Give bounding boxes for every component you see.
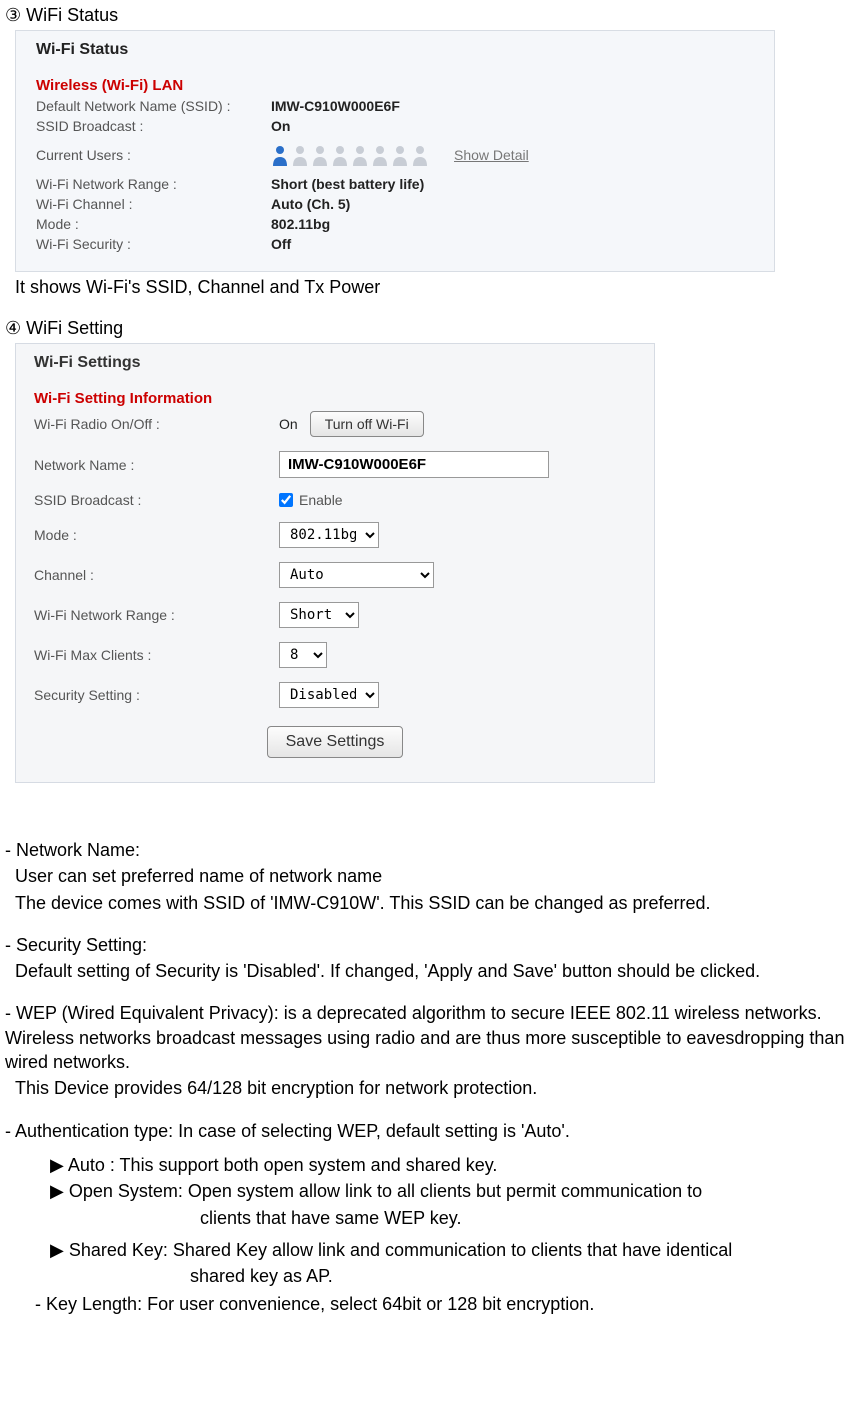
wifi-settings-subheader: Wi-Fi Setting Information [34, 390, 636, 407]
section-3-title: ③ WiFi Status [5, 5, 850, 26]
setting-mode-row: Mode : 802.11bg [34, 522, 636, 548]
setting-channel-label: Channel : [34, 567, 279, 583]
ssid-label: Default Network Name (SSID) : [36, 98, 271, 114]
users-row: Current Users : [36, 144, 754, 166]
save-settings-button[interactable]: Save Settings [267, 726, 404, 758]
broadcast-value: On [271, 118, 290, 134]
section-4-text: WiFi Setting [26, 318, 123, 338]
auth-heading: - Authentication type: In case of select… [5, 1119, 845, 1143]
broadcast-row: SSID Broadcast : On [36, 118, 754, 134]
shared-bullet-2: shared key as AP. [5, 1264, 845, 1288]
range-label: Wi-Fi Network Range : [36, 176, 271, 192]
max-clients-label: Wi-Fi Max Clients : [34, 647, 279, 663]
wifi-settings-header: Wi-Fi Settings [34, 354, 636, 372]
turn-off-wifi-button[interactable]: Turn off Wi-Fi [310, 411, 424, 437]
ssid-broadcast-checkbox[interactable] [279, 493, 293, 507]
wep-line2: This Device provides 64/128 bit encrypti… [5, 1076, 845, 1100]
wep-line1: - WEP (Wired Equivalent Privacy): is a d… [5, 1001, 845, 1074]
ssid-broadcast-enable: Enable [299, 492, 343, 508]
wifi-status-panel: Wi-Fi Status Wireless (Wi-Fi) LAN Defaul… [15, 30, 775, 272]
section-4-num: ④ [5, 318, 21, 338]
security-heading: - Security Setting: [5, 933, 845, 957]
doc-text: - Network Name: User can set preferred n… [5, 838, 845, 1317]
key-length: - Key Length: For user convenience, sele… [5, 1292, 845, 1316]
shared-bullet-1: ▶ Shared Key: Shared Key allow link and … [5, 1238, 845, 1262]
ssid-broadcast-row: SSID Broadcast : Enable [34, 492, 636, 508]
user-icon-inactive [311, 144, 329, 166]
range-select[interactable]: Short [279, 602, 359, 628]
setting-channel-row: Channel : Auto [34, 562, 636, 588]
wifi-status-subheader: Wireless (Wi-Fi) LAN [36, 77, 754, 94]
max-clients-select[interactable]: 8 [279, 642, 327, 668]
setting-range-row: Wi-Fi Network Range : Short [34, 602, 636, 628]
channel-select[interactable]: Auto [279, 562, 434, 588]
section-3-text: WiFi Status [26, 5, 118, 25]
net-name-line2: The device comes with SSID of 'IMW-C910W… [5, 891, 845, 915]
user-icon-inactive [411, 144, 429, 166]
radio-label: Wi-Fi Radio On/Off : [34, 416, 279, 432]
range-value: Short (best battery life) [271, 176, 424, 192]
status-caption: It shows Wi-Fi's SSID, Channel and Tx Po… [15, 277, 835, 298]
channel-row: Wi-Fi Channel : Auto (Ch. 5) [36, 196, 754, 212]
user-icon-inactive [351, 144, 369, 166]
range-row: Wi-Fi Network Range : Short (best batter… [36, 176, 754, 192]
net-name-line1: User can set preferred name of network n… [5, 864, 845, 888]
broadcast-label: SSID Broadcast : [36, 118, 271, 134]
users-icons-group [271, 144, 429, 166]
open-bullet-1: ▶ Open System: Open system allow link to… [5, 1179, 845, 1203]
show-detail-link[interactable]: Show Detail [454, 147, 529, 163]
ssid-broadcast-label: SSID Broadcast : [34, 492, 279, 508]
mode-select[interactable]: 802.11bg [279, 522, 379, 548]
radio-value: On [279, 416, 298, 432]
mode-row: Mode : 802.11bg [36, 216, 754, 232]
security-label: Wi-Fi Security : [36, 236, 271, 252]
net-name-heading: - Network Name: [5, 838, 845, 862]
mode-value: 802.11bg [271, 216, 330, 232]
mode-label: Mode : [36, 216, 271, 232]
user-icon-inactive [391, 144, 409, 166]
wifi-settings-panel: Wi-Fi Settings Wi-Fi Setting Information… [15, 343, 655, 783]
network-name-input[interactable] [279, 451, 549, 478]
channel-value: Auto (Ch. 5) [271, 196, 350, 212]
security-select[interactable]: Disabled [279, 682, 379, 708]
user-icon-inactive [331, 144, 349, 166]
wifi-status-header: Wi-Fi Status [36, 41, 754, 59]
auto-bullet: ▶ Auto : This support both open system a… [5, 1153, 845, 1177]
user-icon-active [271, 144, 289, 166]
network-name-row: Network Name : [34, 451, 636, 478]
ssid-row: Default Network Name (SSID) : IMW-C910W0… [36, 98, 754, 114]
radio-row: Wi-Fi Radio On/Off : On Turn off Wi-Fi [34, 411, 636, 437]
security-setting-label: Security Setting : [34, 687, 279, 703]
user-icon-inactive [371, 144, 389, 166]
open-bullet-2: clients that have same WEP key. [5, 1206, 845, 1230]
security-value: Off [271, 236, 291, 252]
network-name-label: Network Name : [34, 457, 279, 473]
setting-range-label: Wi-Fi Network Range : [34, 607, 279, 623]
save-row: Save Settings [34, 726, 636, 758]
ssid-value: IMW-C910W000E6F [271, 98, 400, 114]
security-row: Wi-Fi Security : Off [36, 236, 754, 252]
user-icon-inactive [291, 144, 309, 166]
section-3-num: ③ [5, 5, 21, 25]
channel-label: Wi-Fi Channel : [36, 196, 271, 212]
max-clients-row: Wi-Fi Max Clients : 8 [34, 642, 636, 668]
users-label: Current Users : [36, 147, 271, 163]
security-line1: Default setting of Security is 'Disabled… [5, 959, 845, 983]
section-4-title: ④ WiFi Setting [5, 318, 850, 339]
setting-mode-label: Mode : [34, 527, 279, 543]
security-setting-row: Security Setting : Disabled [34, 682, 636, 708]
